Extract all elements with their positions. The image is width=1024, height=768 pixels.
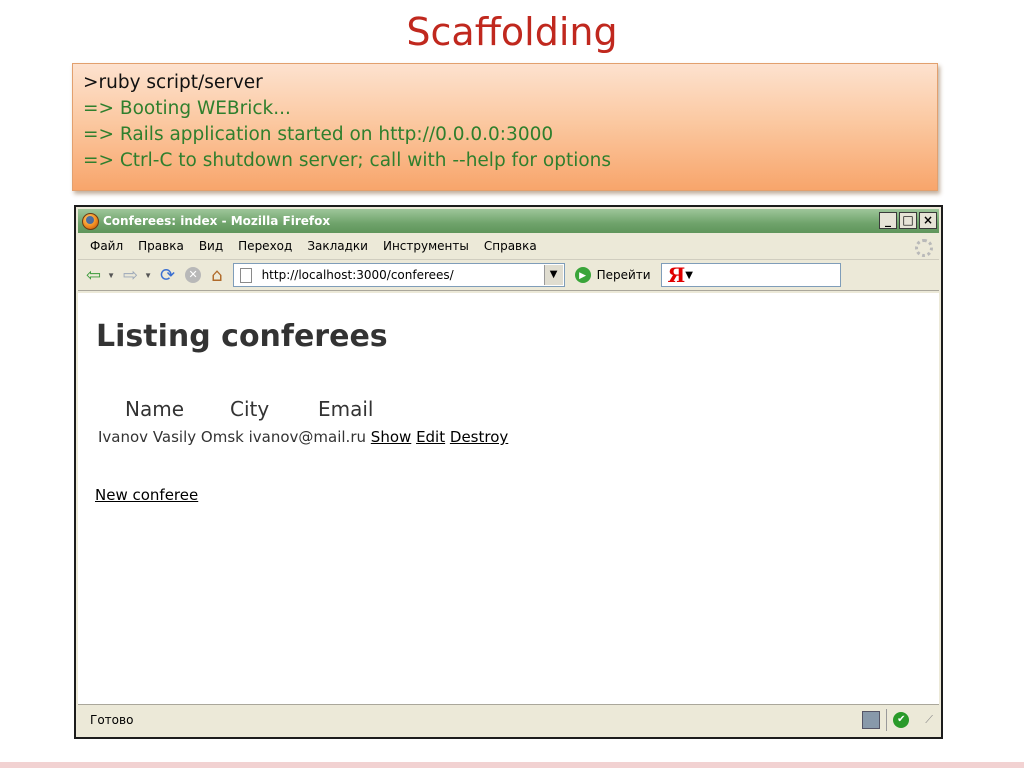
ok-status-icon[interactable]: ✔: [893, 712, 910, 728]
slide-title: Scaffolding: [406, 10, 618, 54]
navigation-toolbar: ⇦ ▼ ⇨ ▼ ⟳ ✕ ⌂ http://localhost:3000/conf…: [78, 259, 939, 291]
column-header-name: Name: [125, 397, 185, 421]
slide-bottom-band: [0, 762, 1024, 768]
reload-icon[interactable]: ⟳: [160, 265, 175, 286]
address-bar[interactable]: http://localhost:3000/conferees/ ▼: [232, 263, 565, 287]
menu-go[interactable]: Переход: [238, 239, 292, 253]
console-line: => Ctrl-C to shutdown server; call with …: [83, 150, 612, 171]
page-icon: [239, 267, 252, 283]
column-header-email: Email: [318, 397, 374, 421]
go-icon[interactable]: ▶: [574, 267, 591, 283]
console-command-line: >ruby script/server: [83, 72, 263, 93]
edit-link[interactable]: Edit: [416, 428, 445, 446]
address-dropdown-icon[interactable]: ▼: [543, 265, 563, 285]
page-heading: Listing conferees: [96, 319, 388, 354]
console-output-box: >ruby script/server => Booting WEBrick..…: [72, 63, 938, 191]
status-text: Готово: [90, 713, 134, 727]
go-button-label[interactable]: Перейти: [597, 268, 651, 282]
cell-city: Omsk: [200, 428, 244, 446]
maximize-button[interactable]: □: [899, 212, 917, 229]
browser-titlebar[interactable]: Conferees: index - Mozilla Firefox _ □ ×: [78, 209, 939, 233]
console-line: => Rails application started on http://0…: [83, 124, 554, 145]
menu-edit[interactable]: Правка: [138, 239, 184, 253]
destroy-link[interactable]: Destroy: [450, 428, 508, 446]
page-content: Listing conferees Name City Email Ivanov…: [78, 293, 939, 705]
menu-help[interactable]: Справка: [484, 239, 537, 253]
back-arrow-icon[interactable]: ⇦: [86, 265, 101, 286]
menu-file[interactable]: Файл: [90, 239, 123, 253]
minimize-button[interactable]: _: [879, 212, 897, 229]
forward-dropdown-icon[interactable]: ▼: [144, 271, 152, 280]
search-box[interactable]: Я ▼: [660, 263, 841, 287]
back-dropdown-icon[interactable]: ▼: [107, 271, 115, 280]
close-button[interactable]: ×: [919, 212, 937, 229]
throbber-icon: [915, 239, 933, 257]
menu-bar: Файл Правка Вид Переход Закладки Инструм…: [78, 235, 939, 257]
cell-email: ivanov@mail.ru: [248, 428, 367, 446]
new-conferee-link[interactable]: New conferee: [95, 486, 198, 504]
menu-tools[interactable]: Инструменты: [383, 239, 469, 253]
table-row: Ivanov Vasily Omsk ivanov@mail.ru Show E…: [98, 428, 508, 446]
window-title: Conferees: index - Mozilla Firefox: [103, 214, 331, 228]
console-line: => Booting WEBrick...: [83, 98, 291, 119]
edit-page-icon[interactable]: [862, 711, 881, 729]
column-header-city: City: [230, 397, 270, 421]
status-bar: Готово ✔ ⟋: [78, 705, 939, 735]
stop-icon[interactable]: ✕: [185, 267, 202, 283]
address-url[interactable]: http://localhost:3000/conferees/: [262, 268, 454, 282]
yandex-logo: Я: [667, 263, 686, 287]
firefox-icon: [82, 212, 99, 230]
menu-bookmarks[interactable]: Закладки: [307, 239, 368, 253]
search-dropdown-icon[interactable]: ▼: [685, 270, 693, 281]
cell-name: Ivanov Vasily: [98, 428, 197, 446]
menu-view[interactable]: Вид: [199, 239, 223, 253]
browser-window: Conferees: index - Mozilla Firefox _ □ ×…: [74, 205, 943, 739]
forward-arrow-icon[interactable]: ⇨: [123, 265, 138, 286]
resize-grip-icon[interactable]: ⟋: [925, 713, 933, 727]
home-icon[interactable]: ⌂: [211, 265, 222, 286]
show-link[interactable]: Show: [371, 428, 411, 446]
status-separator: [886, 709, 888, 731]
